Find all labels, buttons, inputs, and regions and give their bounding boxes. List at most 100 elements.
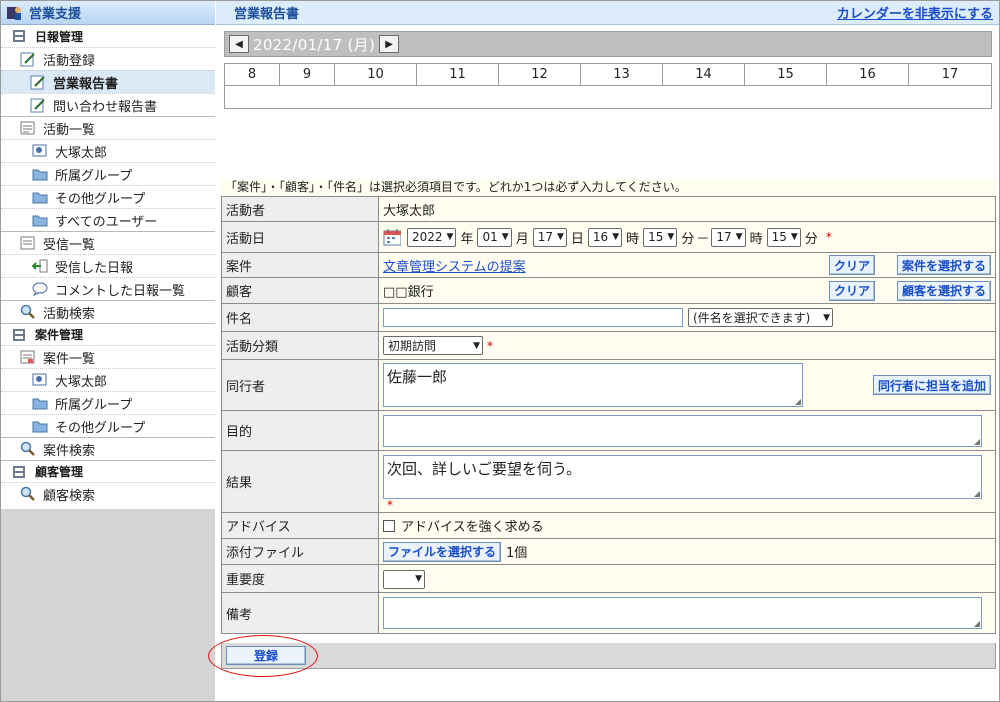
hour-cell: 9 [279,64,334,85]
cabinet-icon [11,327,29,343]
anken-clear-button[interactable]: クリア [828,255,875,275]
purpose-textarea[interactable]: ◢ [383,414,982,447]
anken-select-button[interactable]: 案件を選択する [896,255,991,275]
start-hour-value: 16 [592,230,609,244]
list-icon [19,120,37,136]
end-hour-select[interactable]: 17 ▼ [711,227,746,247]
result-textarea[interactable]: 次回、詳しいご要望を伺う。 ◢ [383,454,982,499]
form-row-purpose: 目的 ◢ [221,410,996,451]
sidebar-item-label: 大塚太郎 [55,145,108,161]
month-unit: 月 [515,231,529,247]
sidebar-item-shozoku-2[interactable]: 所属グループ [1,391,215,414]
timeline-body[interactable] [225,86,991,108]
purpose-value-cell: ◢ [378,410,996,451]
importance-select[interactable]: ▼ [383,569,425,589]
sidebar-item-toiawase[interactable]: 問い合わせ報告書 [1,93,215,116]
sidebar-item-jushin-nippo[interactable]: 受信した日報 [1,254,215,277]
hour-cell: 11 [416,64,498,85]
day-select[interactable]: 17 ▼ [532,227,567,247]
notes-textarea[interactable]: ◢ [383,597,982,629]
sidebar-item-eigyo-hokokusho[interactable]: 営業報告書 [1,70,215,93]
list-icon [19,235,37,251]
sidebar-item-label: 活動一覧 [43,122,96,138]
end-min-unit: 分 [804,231,818,247]
sidebar-item-katsudo-toroku[interactable]: 活動登録 [1,47,215,70]
resize-grip-icon[interactable]: ◢ [974,489,980,498]
month-select-value: 01 [482,230,498,244]
attachment-count: 1個 [506,546,528,561]
resize-grip-icon[interactable]: ◢ [795,398,801,406]
chevron-down-icon: ▼ [735,232,743,242]
sidebar-item-label: 案件一覧 [43,351,96,367]
kokyaku-value-cell: □□銀行 クリア 顧客を選択する [378,277,996,304]
sidebar-item-otsuka-2[interactable]: 大塚太郎 [1,368,215,391]
result-text: 次回、詳しいご要望を伺う。 [387,459,582,478]
section-nippo-label: 日報管理 [35,29,84,44]
resize-grip-icon[interactable]: ◢ [974,620,980,628]
subject-select[interactable]: (件名を選択できます) ▼ [688,308,833,327]
advice-checkbox[interactable] [383,519,395,532]
subject-label: 件名 [221,303,379,332]
start-min-select[interactable]: 15 ▼ [643,227,678,247]
chevron-down-icon: ▼ [556,232,564,242]
start-min-value: 15 [648,230,664,244]
sidebar-item-sonota-1[interactable]: その他グループ [1,185,215,208]
submit-button[interactable]: 登録 [226,646,306,665]
subject-value-cell: (件名を選択できます) ▼ [378,303,996,332]
min-unit: 分 [681,231,695,247]
sidebar-item-subete[interactable]: すべてのユーザー [1,208,215,231]
sidebar-item-anken-ichiran[interactable]: 案件一覧 [1,345,215,368]
anken-value-cell: 文章管理システムの提案 クリア 案件を選択する [378,252,996,278]
user-card-icon [31,372,49,388]
year-select[interactable]: 2022 ▼ [407,227,457,247]
prev-day-button[interactable]: ◀ [229,35,249,53]
advice-checkbox-label[interactable]: アドバイスを強く求める [401,516,544,535]
importance-value-cell: ▼ [378,564,996,593]
sidebar-item-katsudo-ichiran[interactable]: 活動一覧 [1,116,215,139]
day-select-value: 17 [537,230,553,244]
user-card-icon [31,143,49,159]
resize-grip-icon[interactable]: ◢ [974,437,980,446]
toggle-calendar-link[interactable]: カレンダーを非表示にする [837,3,993,22]
companion-text: 佐藤一郎 [387,368,448,386]
category-select[interactable]: 初期訪問 ▼ [383,336,483,355]
companion-textarea[interactable]: 佐藤一郎 ◢ [383,363,803,407]
sidebar-item-kokyaku-kensaku[interactable]: 顧客検索 [1,482,215,505]
actor-label: 活動者 [221,196,379,222]
sidebar: 営業支援 日報管理 活動登録 営業報告書 問い合わせ報告書 活動一覧 大塚太郎 … [1,1,215,701]
anken-label: 案件 [221,252,379,278]
kokyaku-select-button[interactable]: 顧客を選択する [896,280,991,301]
sidebar-item-otsuka-1[interactable]: 大塚太郎 [1,139,215,162]
sidebar-item-label: 案件検索 [43,443,96,459]
end-min-select[interactable]: 15 ▼ [766,227,801,247]
month-select[interactable]: 01 ▼ [477,227,512,247]
sidebar-item-label: 受信一覧 [43,237,96,253]
magnifier-icon [19,304,37,320]
sidebar-item-anken-kensaku[interactable]: 案件検索 [1,437,215,460]
add-companion-button[interactable]: 同行者に担当を追加 [872,375,991,395]
sidebar-list-end [1,505,215,509]
start-hour-select[interactable]: 16 ▼ [587,227,623,247]
anken-link[interactable]: 文章管理システムの提案 [383,256,526,275]
next-day-button[interactable]: ▶ [379,35,400,53]
folder-icon [31,189,49,205]
file-select-button[interactable]: ファイルを選択する [383,541,502,562]
kokyaku-clear-button[interactable]: クリア [828,280,875,301]
calendar-icon[interactable] [383,229,401,246]
page-title: 営業報告書 [234,7,300,22]
sidebar-item-shozoku-1[interactable]: 所属グループ [1,162,215,185]
subject-input[interactable] [383,308,683,327]
pencil-note-icon [19,51,37,67]
arrow-in-icon [31,258,49,274]
category-select-value: 初期訪問 [388,339,437,353]
required-notice: 「案件」・「顧客」・「件名」は選択必須項目です。どれか1つは必ず入力してください… [221,179,996,196]
sidebar-item-katsudo-kensaku[interactable]: 活動検索 [1,300,215,323]
sidebar-item-label: 活動登録 [43,53,96,69]
sidebar-item-jushin-ichiran[interactable]: 受信一覧 [1,231,215,254]
sidebar-item-sonota-2[interactable]: その他グループ [1,414,215,437]
form-row-importance: 重要度 ▼ [221,564,996,593]
sidebar-item-comment-nippo[interactable]: コメントした日報一覧 [1,277,215,300]
speech-bubble-icon [31,281,49,297]
folder-icon [31,212,49,228]
section-anken: 案件管理 [1,323,215,345]
